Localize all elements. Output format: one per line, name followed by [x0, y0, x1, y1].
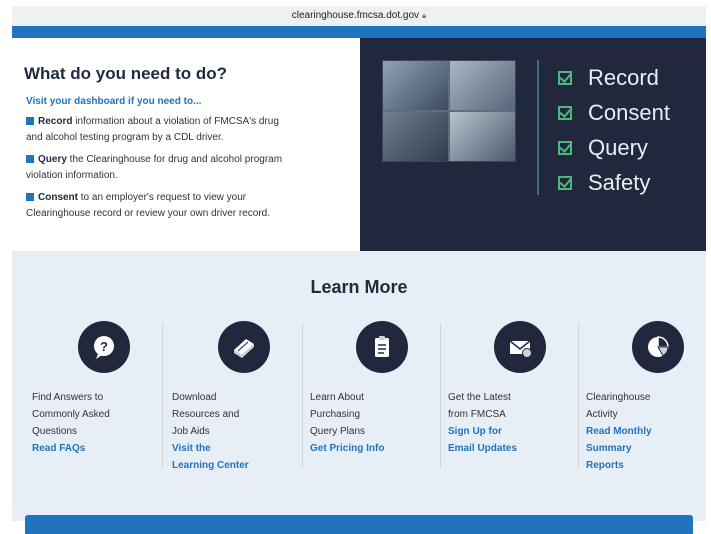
link-line: Sign Up for — [448, 426, 502, 437]
learning-center-link[interactable]: Visit the Learning Center — [172, 440, 292, 474]
desc-line: Job Aids — [172, 426, 210, 437]
svg-text:?: ? — [100, 339, 108, 354]
task-text: to an employer's request to view your — [78, 192, 247, 203]
get-pricing-link[interactable]: Get Pricing Info — [310, 440, 430, 457]
task-text: information about a violation of FMCSA's… — [72, 116, 279, 127]
desc-line: Find Answers to — [32, 392, 104, 403]
monthly-reports-link[interactable]: Read Monthly Summary Reports — [586, 423, 706, 474]
desc-line: Clearinghouse — [586, 392, 651, 403]
learn-col-faqs: ? Find Answers to Commonly Asked Questio… — [32, 321, 152, 457]
desc-line: Query Plans — [310, 426, 366, 437]
task-query: Query the Clearinghouse for drug and alc… — [26, 152, 351, 184]
pie-chart-icon[interactable] — [632, 321, 684, 373]
hero-bullet-label: Consent — [588, 100, 670, 125]
blue-square-bullet-icon — [26, 155, 34, 163]
dashboard-link[interactable]: Visit your dashboard if you need to... — [26, 96, 201, 107]
learn-col-email: Get the Latest from FMCSA Sign Up for Em… — [448, 321, 568, 457]
desc-line: Commonly Asked — [32, 409, 110, 420]
checkbox-icon — [558, 176, 572, 190]
book-icon[interactable] — [218, 321, 270, 373]
desc-line: from FMCSA — [448, 409, 506, 420]
column-separator — [302, 323, 303, 468]
task-keyword: Consent — [38, 192, 78, 203]
driver-photo — [383, 112, 448, 161]
email-icon[interactable] — [494, 321, 546, 373]
desc-line: Download — [172, 392, 217, 403]
lock-icon: 🔒︎ — [422, 11, 427, 20]
column-separator — [162, 323, 163, 468]
checkbox-icon — [558, 141, 572, 155]
learn-col-activity: Clearinghouse Activity Read Monthly Summ… — [586, 321, 706, 474]
learn-more-title: Learn More — [310, 277, 408, 297]
column-separator — [440, 323, 441, 468]
desc-line: Purchasing — [310, 409, 361, 420]
task-text: the Clearinghouse for drug and alcohol p… — [66, 154, 283, 165]
learn-col-desc: Get the Latest from FMCSA — [448, 389, 568, 423]
email-signup-link[interactable]: Sign Up for Email Updates — [448, 423, 568, 457]
task-text-line2: violation information. — [26, 170, 118, 181]
top-blue-stripe — [12, 26, 706, 38]
column-separator — [578, 323, 579, 468]
hero-bullet-record: Record — [558, 62, 659, 94]
learn-col-resources: Download Resources and Job Aids Visit th… — [172, 321, 292, 474]
hero-bullet-consent: Consent — [558, 97, 670, 129]
drivers-photo-collage — [382, 60, 516, 162]
learn-col-pricing: Learn About Purchasing Query Plans Get P… — [310, 321, 430, 457]
clipboard-icon[interactable] — [356, 321, 408, 373]
link-line: Summary — [586, 443, 632, 454]
task-keyword: Record — [38, 116, 73, 127]
hero-divider — [537, 60, 539, 195]
learn-more-section: Learn More ? Find Answers to Commonly As… — [12, 251, 706, 521]
task-text-line2: Clearinghouse record or review your own … — [26, 208, 270, 219]
task-text-line2: and alcohol testing program by a CDL dri… — [26, 132, 224, 143]
link-line: Email Updates — [448, 443, 517, 454]
link-line: Visit the — [172, 443, 211, 454]
desc-line: Learn About — [310, 392, 364, 403]
driver-photo — [450, 61, 515, 110]
hero-bullet-label: Safety — [588, 170, 651, 195]
learn-col-desc: Download Resources and Job Aids — [172, 389, 292, 440]
intro-panel: What do you need to do? Visit your dashb… — [12, 38, 360, 251]
driver-photo — [383, 61, 448, 110]
browser-url-bar[interactable]: clearinghouse.fmcsa.dot.gov 🔒︎ — [12, 6, 706, 26]
learn-col-desc: Clearinghouse Activity — [586, 389, 706, 423]
driver-photo — [450, 112, 515, 161]
hero-panel: Record Consent Query Safety — [360, 38, 706, 251]
link-line: Learning Center — [172, 460, 249, 471]
hero-bullet-safety: Safety — [558, 167, 650, 199]
task-record: Record information about a violation of … — [26, 114, 351, 146]
link-line: Read Monthly — [586, 426, 652, 437]
blue-square-bullet-icon — [26, 193, 34, 201]
checkbox-icon — [558, 71, 572, 85]
hero-bullet-query: Query — [558, 132, 648, 164]
desc-line: Activity — [586, 409, 618, 420]
desc-line: Questions — [32, 426, 78, 437]
desc-line: Get the Latest — [448, 392, 511, 403]
checkbox-icon — [558, 106, 572, 120]
task-consent: Consent to an employer's request to view… — [26, 190, 351, 222]
read-faqs-link[interactable]: Read FAQs — [32, 440, 152, 457]
link-line: Reports — [586, 460, 624, 471]
footer-blue-bar — [25, 515, 693, 534]
question-chat-icon[interactable]: ? — [78, 321, 130, 373]
task-keyword: Query — [38, 154, 67, 165]
blue-square-bullet-icon — [26, 117, 34, 125]
page-title: What do you need to do? — [24, 64, 228, 83]
hero-bullet-label: Record — [588, 65, 659, 90]
learn-col-desc: Learn About Purchasing Query Plans — [310, 389, 430, 440]
desc-line: Resources and — [172, 409, 240, 420]
url-text: clearinghouse.fmcsa.dot.gov — [291, 10, 420, 21]
learn-col-desc: Find Answers to Commonly Asked Questions — [32, 389, 152, 440]
hero-bullet-label: Query — [588, 135, 648, 160]
